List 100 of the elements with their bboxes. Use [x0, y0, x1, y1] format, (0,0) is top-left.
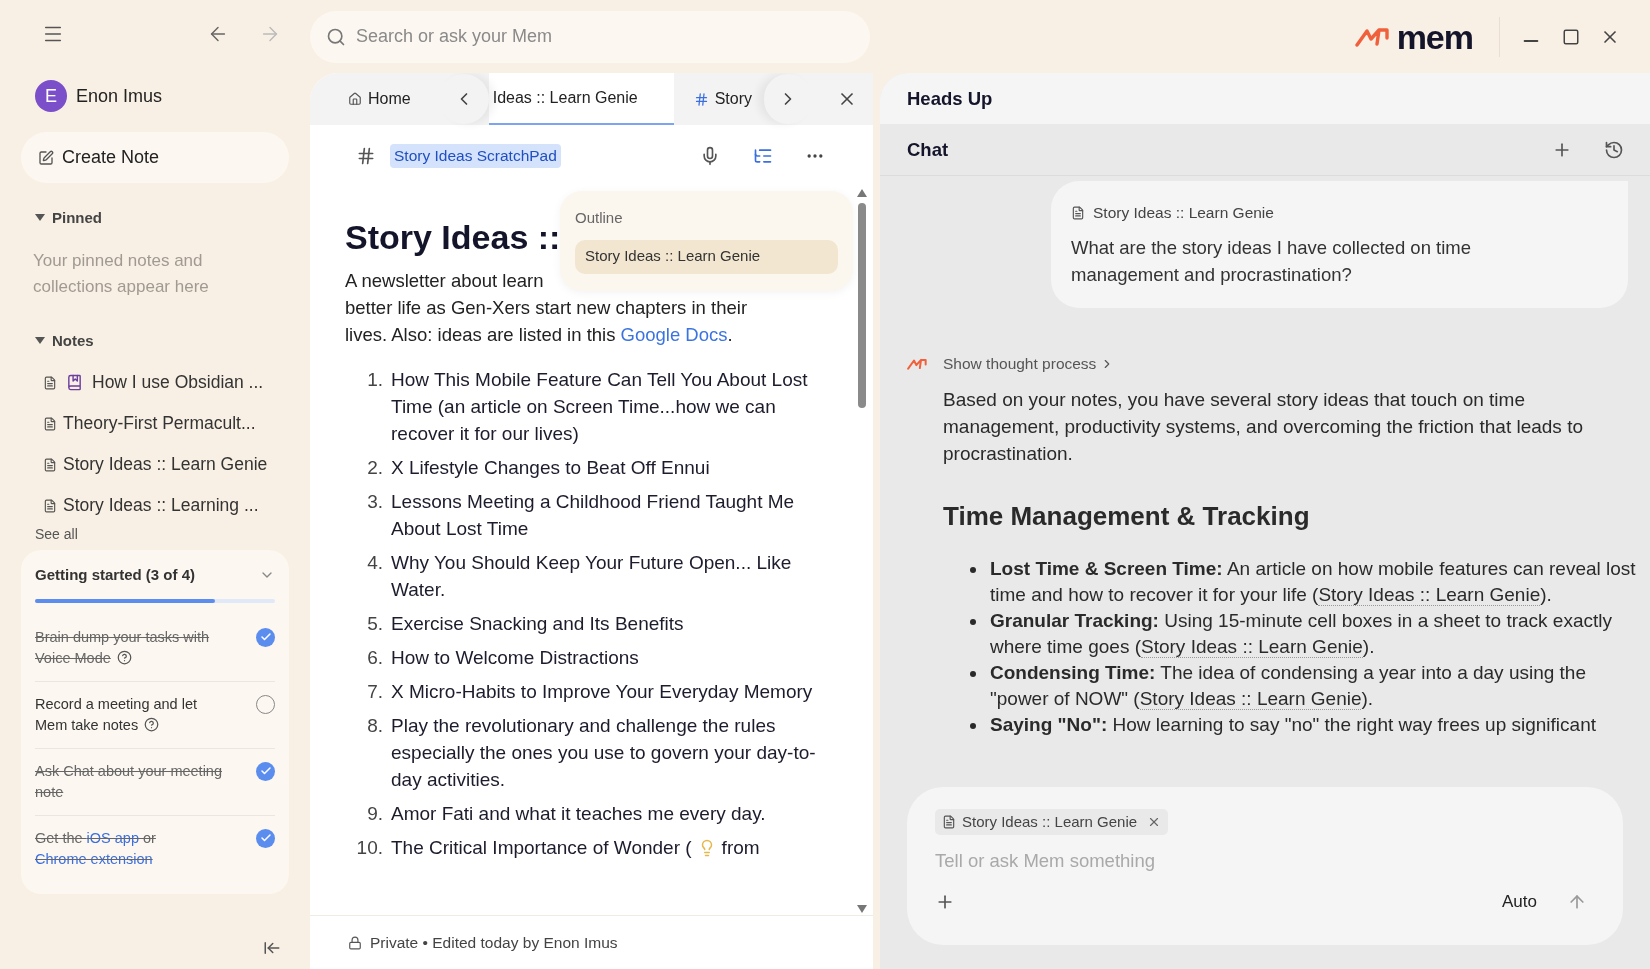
- caret-icon[interactable]: [35, 336, 45, 345]
- list-number: 10.: [355, 836, 384, 860]
- list-number: 4.: [366, 551, 384, 575]
- task-checkbox[interactable]: [256, 828, 275, 848]
- list-number: 2.: [366, 456, 384, 480]
- note-status-text: Private • Edited today by Enon Imus: [370, 932, 618, 953]
- card-title: Getting started (3 of 4): [35, 565, 195, 585]
- home-icon: [348, 92, 362, 106]
- user-message-text: What are the story ideas I have collected on time management and procrastination?: [1071, 236, 1472, 288]
- note-link[interactable]: Story Ideas :: Learn Genie: [1318, 583, 1541, 606]
- outline-icon[interactable]: [753, 146, 773, 166]
- scrollbar-thumb[interactable]: [858, 203, 866, 408]
- search-field[interactable]: Search or ask your Mem: [310, 10, 870, 63]
- note-item[interactable]: Story Ideas :: Learn Genie: [21, 444, 289, 485]
- home-tab[interactable]: Home: [310, 73, 439, 125]
- note-link[interactable]: Story Ideas :: Learn Genie: [1139, 687, 1362, 710]
- list-item-text: How to Welcome Distractions: [391, 646, 640, 670]
- list-number: 9.: [366, 802, 384, 826]
- lock-icon: [348, 935, 362, 950]
- logo-text: mem: [1396, 19, 1473, 54]
- note-title: Theory-First Permacult...: [63, 412, 256, 436]
- list-number: 1.: [366, 368, 384, 392]
- note-intro-text: better life as Gen-Xers start new chapters in their lives. Also: ideas are listed in this Google Docs.: [345, 296, 749, 347]
- collection-tab[interactable]: Story: [673, 73, 764, 125]
- note-item[interactable]: Story Ideas :: Learning ...: [21, 485, 289, 526]
- chat-input-field[interactable]: Tell or ask Mem something: [935, 847, 1595, 875]
- help-icon[interactable]: [116, 649, 132, 665]
- attachment-title: Story Ideas :: Learn Genie: [1093, 203, 1274, 223]
- list-item-text: Exercise Snacking and Its Benefits: [391, 612, 685, 636]
- list-number: 6.: [366, 646, 384, 670]
- list-item-text: The Critical Importance of Wonder ( from: [391, 836, 761, 860]
- list-number: 5.: [366, 612, 384, 636]
- list-item-text: Play the revolutionary and challenge the rules especially the ones you use to govern your day-to-day activities.: [391, 714, 817, 792]
- attachment-chip[interactable]: Story Ideas :: Learn Genie: [935, 809, 1169, 835]
- bullet-text: Granular Tracking: Using 15-minute cell boxes in a sheet to track exactly where time goes (Story Ideas :: Learn Genie).: [990, 608, 1613, 660]
- list-number: 3.: [366, 490, 384, 514]
- list-number: 8.: [366, 714, 384, 738]
- scroll-down-icon[interactable]: [857, 905, 867, 913]
- document-icon: [43, 498, 57, 513]
- collapse-sidebar-icon[interactable]: [263, 939, 281, 957]
- list-item-text: Lessons Meeting a Childhood Friend Taught Me About Lost Time: [391, 490, 796, 541]
- google-docs-link[interactable]: Google Docs: [620, 324, 728, 345]
- search-icon: [326, 26, 346, 47]
- note-title: Story Ideas ::: [345, 217, 561, 258]
- heads-up-title[interactable]: Heads Up: [907, 84, 993, 113]
- collection-tag[interactable]: Story Ideas ScratchPad: [390, 144, 561, 168]
- note-title: Story Ideas :: Learning ...: [63, 494, 259, 518]
- answer-heading: Time Management & Tracking: [943, 499, 1311, 533]
- outline-title: Outline: [575, 208, 624, 228]
- document-icon: [43, 375, 57, 390]
- help-icon[interactable]: [144, 716, 160, 732]
- task-text: Brain dump your tasks with Voice Mode: [35, 627, 211, 668]
- document-icon: [43, 416, 57, 431]
- user-avatar[interactable]: E: [35, 80, 67, 112]
- empty-pinned-text: Your pinned notes and collections appear here: [33, 249, 210, 298]
- list-item-text: Amor Fati and what it teaches me every day.: [391, 802, 767, 826]
- document-icon: [942, 815, 956, 829]
- list-number: 7.: [366, 680, 384, 704]
- chip-label: Story Ideas :: Learn Genie: [962, 811, 1138, 832]
- hash-icon: [356, 146, 376, 166]
- list-item-text: Why You Should Keep Your Future Open... Like Water.: [391, 551, 793, 602]
- history-icon[interactable]: [1604, 139, 1624, 160]
- mode-button[interactable]: Auto: [1502, 888, 1537, 915]
- task-checkbox[interactable]: [256, 627, 275, 647]
- section-label[interactable]: Notes: [52, 329, 94, 352]
- caret-icon[interactable]: [35, 214, 45, 223]
- maximize-icon[interactable]: [1562, 27, 1580, 46]
- task-link[interactable]: Chrome extension: [35, 850, 153, 867]
- document-icon: [1071, 205, 1085, 220]
- section-label[interactable]: Pinned: [52, 207, 102, 230]
- note-tab[interactable]: Ideas :: Learn Genie: [488, 73, 674, 125]
- task-text: Record a meeting and let Mem take notes: [35, 694, 198, 735]
- check-icon: [259, 832, 272, 844]
- logo-icon: [1354, 26, 1391, 47]
- see-all-link[interactable]: See all: [35, 526, 289, 542]
- create-note-button[interactable]: Create Note: [21, 132, 289, 183]
- task-text: Ask Chat about your meeting note: [35, 761, 223, 802]
- logo-icon: [907, 357, 928, 370]
- show-thought-process-button[interactable]: Show thought process: [943, 352, 1115, 376]
- microphone-icon[interactable]: [700, 146, 720, 166]
- chat-title: Chat: [907, 137, 949, 162]
- note-link[interactable]: Story Ideas :: Learn Genie: [1141, 635, 1363, 658]
- note-item[interactable]: Theory-First Permacult...: [21, 403, 289, 444]
- bullet-text: Condensing Time: The idea of condensing a year into a day using the "power of NOW" (Story Ideas :: Learn Genie).: [990, 660, 1587, 712]
- hash-icon: [693, 91, 709, 107]
- bullet-text: Lost Time & Screen Time: An article on how mobile features can reveal lost time and how to recover it for your life (Story Ideas :: Learn Genie).: [990, 556, 1637, 608]
- book-icon: [66, 374, 83, 391]
- note-intro-text: A newsletter about learn: [345, 269, 544, 293]
- note-item[interactable]: How I use Obsidian ...: [21, 362, 289, 403]
- scroll-up-icon[interactable]: [857, 189, 867, 197]
- edit-icon: [38, 149, 54, 166]
- document-icon: [43, 457, 57, 472]
- list-item-text: X Lifestyle Changes to Beat Off Ennui: [391, 456, 711, 480]
- task-link[interactable]: iOS app: [86, 829, 139, 846]
- task-checkbox[interactable]: [256, 761, 275, 781]
- check-icon: [259, 631, 272, 643]
- outline-item[interactable]: Story Ideas :: Learn Genie: [575, 239, 838, 274]
- answer-text: Based on your notes, you have several story ideas that touch on time management, productivity systems, and overcoming the friction that leads to procrastination.: [943, 387, 1584, 466]
- list-item-text: How This Mobile Feature Can Tell You About Lost Time (an article on Screen Time...how we can recover it for our lives): [391, 368, 809, 446]
- task-text: Get the iOS app or Chrome extension: [35, 828, 157, 869]
